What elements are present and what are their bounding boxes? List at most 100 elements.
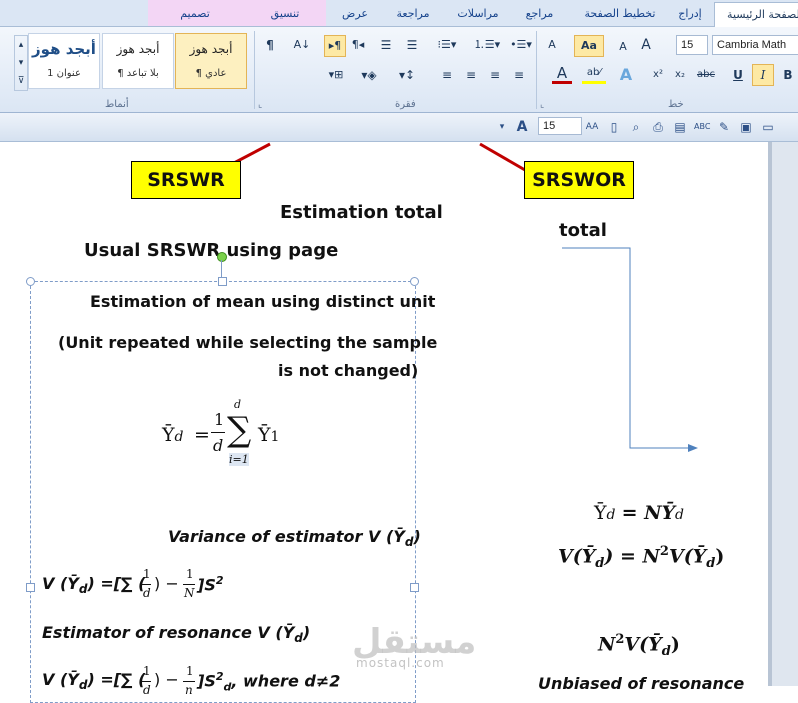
fraction-bar	[211, 432, 225, 433]
mean-formula-eq: =	[194, 424, 210, 446]
usual-srswr-heading: Usual SRSWR using page	[84, 240, 339, 261]
print-preview-icon[interactable]: ⌕	[628, 119, 644, 135]
style-sample: أبجد هوز	[32, 40, 96, 58]
srswr-label-box[interactable]: SRSWR	[131, 161, 241, 199]
estimator-formula: V (Ῡd) =[∑ (	[42, 670, 146, 693]
strikethrough-button[interactable]: abc	[694, 65, 718, 85]
estimator-label: Estimator of resonance V (Ῡd)	[42, 623, 311, 646]
resize-handle[interactable]	[26, 277, 35, 286]
estimator-f1-den: d	[143, 683, 151, 697]
resize-handle[interactable]	[410, 277, 419, 286]
estimator-minus: ) −	[154, 670, 179, 689]
tab-page-layout[interactable]: تخطيط الصفحة	[572, 2, 668, 26]
fraction-bar	[183, 681, 195, 682]
rotate-handle[interactable]	[217, 252, 227, 262]
group-separator	[536, 31, 537, 109]
rtl-direction-icon[interactable]: ¶◂	[348, 35, 368, 55]
line-spacing-icon[interactable]: ▾↕	[394, 65, 420, 85]
dialog-launcher-icon[interactable]: ⌞	[540, 100, 544, 110]
spelling-icon[interactable]: ABC	[694, 119, 710, 135]
tab-review[interactable]: مراجعة	[383, 2, 443, 26]
pilcrow-button[interactable]: ¶	[262, 35, 278, 55]
tab-view[interactable]: عرض	[330, 2, 380, 26]
resize-handle[interactable]	[410, 583, 419, 592]
numbering-icon[interactable]: ⒈☰▾	[472, 35, 502, 55]
align-center-icon[interactable]: ≡	[486, 65, 504, 85]
change-case-button[interactable]: Aa	[574, 35, 604, 57]
total-heading: total	[559, 220, 607, 241]
styles-scroll-icon[interactable]: ▴ ▾ ⊽	[14, 35, 28, 91]
ltr-direction-icon[interactable]: ▸¶	[324, 35, 346, 57]
underline-button[interactable]: U	[730, 65, 746, 85]
sum-lower-limit[interactable]: i=1	[229, 453, 249, 466]
multilevel-list-icon[interactable]: ⁝☰▾	[432, 35, 462, 55]
fraction-bar	[141, 681, 151, 682]
bold-button[interactable]: B	[780, 65, 796, 85]
insert-picture-icon[interactable]: ▣	[738, 119, 754, 135]
mean-formula-lhs: Ῡd	[162, 424, 184, 446]
shrink-font-button[interactable]: A	[616, 37, 630, 57]
italic-button[interactable]: I	[752, 64, 774, 86]
total-resonance-formula: N2V(Ῡd)	[598, 632, 680, 660]
style-no-spacing[interactable]: أبجد هوز ¶ بلا تباعد	[102, 33, 174, 89]
mean-frac-num: 1	[214, 410, 225, 429]
justify-icon[interactable]: ≡	[438, 65, 456, 85]
align-right-icon[interactable]: ≡	[462, 65, 480, 85]
tab-design[interactable]: تصميم	[160, 2, 230, 26]
font-name-box[interactable]: Cambria Math	[712, 35, 798, 55]
resize-handle[interactable]	[218, 277, 227, 286]
srswor-label-box[interactable]: SRSWOR	[524, 161, 634, 199]
page-shadow	[768, 142, 772, 686]
open-folder-icon[interactable]: ▭	[760, 119, 776, 135]
print-icon[interactable]: ⎙	[650, 119, 666, 135]
arrow-connector[interactable]	[562, 247, 694, 449]
style-name: ¶ عادي	[195, 68, 227, 79]
style-heading-1[interactable]: أبجد هوز عنوان 1	[28, 33, 100, 89]
quick-toolbar: ▭ ▣ ✎ ABC ▤ ⎙ ⌕ ▯ AA 15 A ▾	[0, 113, 798, 142]
connector-line-right[interactable]	[479, 142, 526, 172]
align-left-icon[interactable]: ≡	[510, 65, 528, 85]
dialog-launcher-icon[interactable]: ⌞	[258, 100, 262, 110]
tab-references[interactable]: مراجع	[512, 2, 567, 26]
grow-font-button[interactable]: A	[638, 35, 654, 55]
print-layout-icon[interactable]: ▤	[672, 119, 688, 135]
tab-insert[interactable]: إدراج	[670, 2, 710, 26]
toolbar-menu-icon[interactable]: ▾	[494, 119, 510, 135]
toolbar-font-size-box[interactable]: 15	[538, 117, 582, 135]
superscript-button[interactable]: x²	[650, 65, 666, 85]
resize-handle[interactable]	[26, 583, 35, 592]
tab-home[interactable]: الصفحة الرئيسية	[714, 2, 798, 27]
bullets-icon[interactable]: •☰▾	[506, 35, 536, 55]
variance-f2-num: 1	[186, 567, 194, 581]
shading-icon[interactable]: ▾◈	[356, 65, 382, 85]
sort-icon[interactable]: A↓	[292, 35, 312, 55]
estimation-total-heading: Estimation total	[280, 202, 443, 223]
edit-icon[interactable]: ✎	[716, 119, 732, 135]
clear-formatting-button[interactable]: A	[542, 35, 562, 55]
style-sample: أبجد هوز	[116, 42, 160, 56]
rotate-handle-stem	[221, 260, 222, 278]
style-normal[interactable]: أبجد هوز ¶ عادي	[175, 33, 247, 89]
decrease-indent-icon[interactable]: ☰	[376, 35, 396, 55]
style-name: ¶ بلا تباعد	[117, 68, 159, 79]
font-size-box[interactable]: 15	[676, 35, 708, 55]
font-color-icon[interactable]: A	[552, 65, 572, 84]
tab-mailings[interactable]: مراسلات	[448, 2, 508, 26]
tab-format[interactable]: تنسيق	[250, 2, 320, 26]
summation-icon: ∑	[227, 410, 252, 450]
highlight-icon[interactable]: ab⁄	[582, 65, 606, 84]
borders-icon[interactable]: ▾⊞	[318, 65, 354, 85]
style-sample: أبجد هوز	[189, 42, 233, 56]
subscript-button[interactable]: x₂	[672, 65, 688, 85]
group-separator	[254, 31, 255, 109]
mean-frac-den: d	[213, 436, 224, 455]
font-icon[interactable]: A	[514, 119, 530, 135]
styles-group-label: أنماط	[105, 99, 129, 110]
font-group-label: خط	[668, 99, 684, 110]
increase-indent-icon[interactable]: ☰	[402, 35, 422, 55]
page-icon[interactable]: ▯	[606, 119, 622, 135]
text-effects-icon[interactable]: A	[616, 65, 636, 85]
arrow-head-icon	[688, 444, 698, 452]
style-name: عنوان 1	[47, 68, 81, 79]
find-icon[interactable]: AA	[584, 119, 600, 135]
